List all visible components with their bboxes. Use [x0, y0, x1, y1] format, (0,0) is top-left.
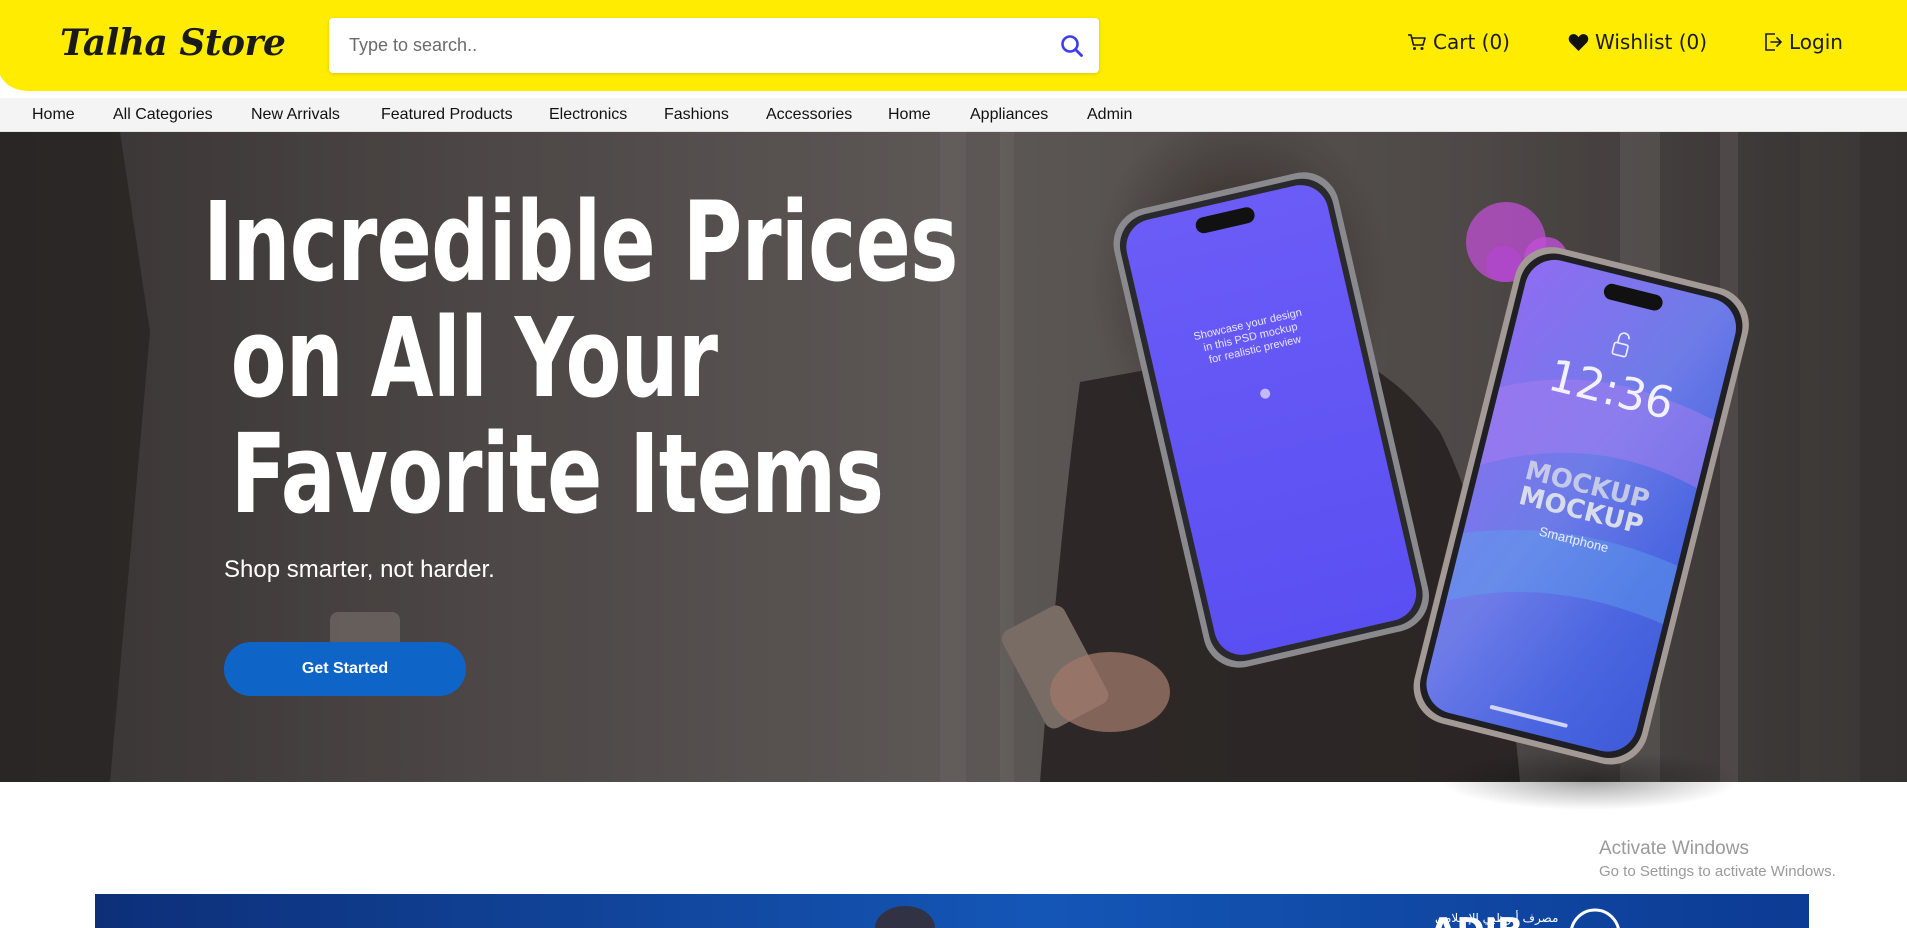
hero-title-line-1: Incredible Prices: [203, 178, 959, 306]
nav-item-home[interactable]: Home: [32, 106, 75, 124]
login-link[interactable]: Login: [1763, 30, 1843, 54]
wishlist-label: Wishlist (0): [1595, 30, 1708, 54]
windows-activation-watermark: Activate Windows Go to Settings to activ…: [1599, 838, 1836, 880]
site-header: Talha Store Cart (0) Wishlist (0): [0, 0, 1907, 98]
cart-label: Cart (0): [1433, 30, 1510, 54]
login-label: Login: [1789, 30, 1843, 54]
wishlist-link[interactable]: Wishlist (0): [1568, 30, 1707, 54]
search-icon[interactable]: [1059, 33, 1085, 59]
nav-item-electronics[interactable]: Electronics: [549, 106, 627, 124]
watermark-title: Activate Windows: [1599, 838, 1749, 859]
cart-link[interactable]: Cart (0): [1407, 30, 1510, 54]
nav-item-accessories[interactable]: Accessories: [766, 106, 852, 124]
search-input[interactable]: [349, 18, 1049, 73]
hero-title-line-3: Favorite Items: [203, 410, 884, 538]
category-nav: Home All Categories New Arrivals Feature…: [0, 98, 1907, 132]
heart-icon: [1568, 33, 1589, 52]
get-started-button[interactable]: Get Started: [224, 642, 466, 696]
nav-item-new-arrivals[interactable]: New Arrivals: [251, 106, 340, 124]
nav-item-fashions[interactable]: Fashions: [664, 106, 729, 124]
promo-banner[interactable]: مصرف أبوظبي الإسلامي ADIB: [95, 894, 1809, 928]
phone-back: Showcase your design in this PSD mockup …: [1113, 172, 1430, 668]
hero-subtitle: Shop smarter, not harder.: [224, 556, 495, 583]
cart-icon: [1407, 32, 1427, 52]
promo-logo-text: ADIB: [1430, 911, 1523, 928]
hero-title-line-2: on All Your: [203, 294, 718, 422]
nav-item-admin[interactable]: Admin: [1087, 106, 1132, 124]
watermark-subtitle: Go to Settings to activate Windows.: [1599, 863, 1836, 880]
login-icon: [1763, 32, 1783, 52]
nav-item-home-goods[interactable]: Home: [888, 106, 931, 124]
hero-title: Incredible Prices on All Your Favorite I…: [203, 178, 959, 538]
nav-item-appliances[interactable]: Appliances: [970, 106, 1048, 124]
phone-front: 12:36 MOCKUP MOCKUP Smartphone: [1413, 247, 1749, 765]
promo-banner-art: مصرف أبوظبي الإسلامي ADIB: [875, 906, 1620, 928]
store-logo[interactable]: Talha Store: [60, 22, 286, 64]
nav-item-featured-products[interactable]: Featured Products: [381, 106, 513, 124]
search-bar: [329, 18, 1099, 73]
phone-mockup-illustration: Showcase your design in this PSD mockup …: [1113, 172, 1749, 810]
nav-item-all-categories[interactable]: All Categories: [113, 106, 213, 124]
